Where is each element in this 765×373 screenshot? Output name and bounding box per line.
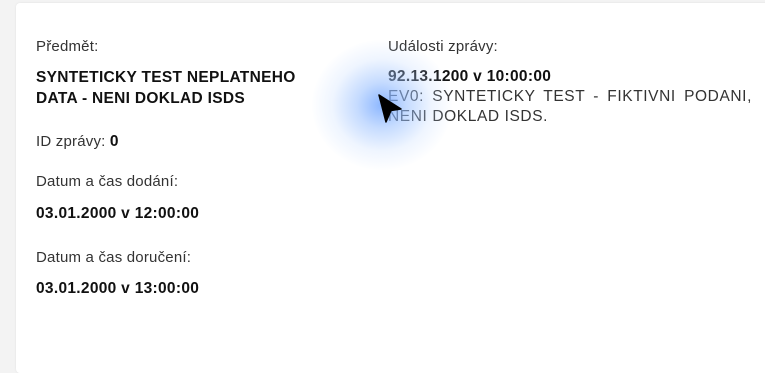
receipt-datetime-label: Datum a čas doručení: (36, 249, 192, 266)
receipt-datetime-value: 03.01.2000 v 13:00:00 (36, 280, 200, 297)
event-description: EV0: SYNTETICKY TEST - FIKTIVNI PODANI, … (388, 88, 752, 125)
message-id-label: ID zprávy: (36, 133, 106, 150)
delivered-datetime-value: 03.01.2000 v 12:00:00 (36, 205, 200, 222)
message-events-column: Události zprávy: 92.13.1200 v 10:00:00 E… (388, 37, 752, 127)
message-id-value: 0 (109, 133, 119, 150)
subject-label: Předmět: (36, 38, 99, 55)
events-label: Události zprávy: (388, 38, 498, 55)
delivered-datetime-label: Datum a čas dodání: (36, 173, 179, 190)
message-id-row: ID zprávy: 0 (36, 131, 336, 152)
message-detail-card: Předmět: SYNTETICKY TEST NEPLATNEHO DATA… (16, 3, 765, 373)
event-datetime: 92.13.1200 v 10:00:00 (388, 68, 552, 85)
subject-value: SYNTETICKY TEST NEPLATNEHO DATA - NENI D… (36, 69, 296, 107)
message-info-column: Předmět: SYNTETICKY TEST NEPLATNEHO DATA… (36, 37, 336, 299)
